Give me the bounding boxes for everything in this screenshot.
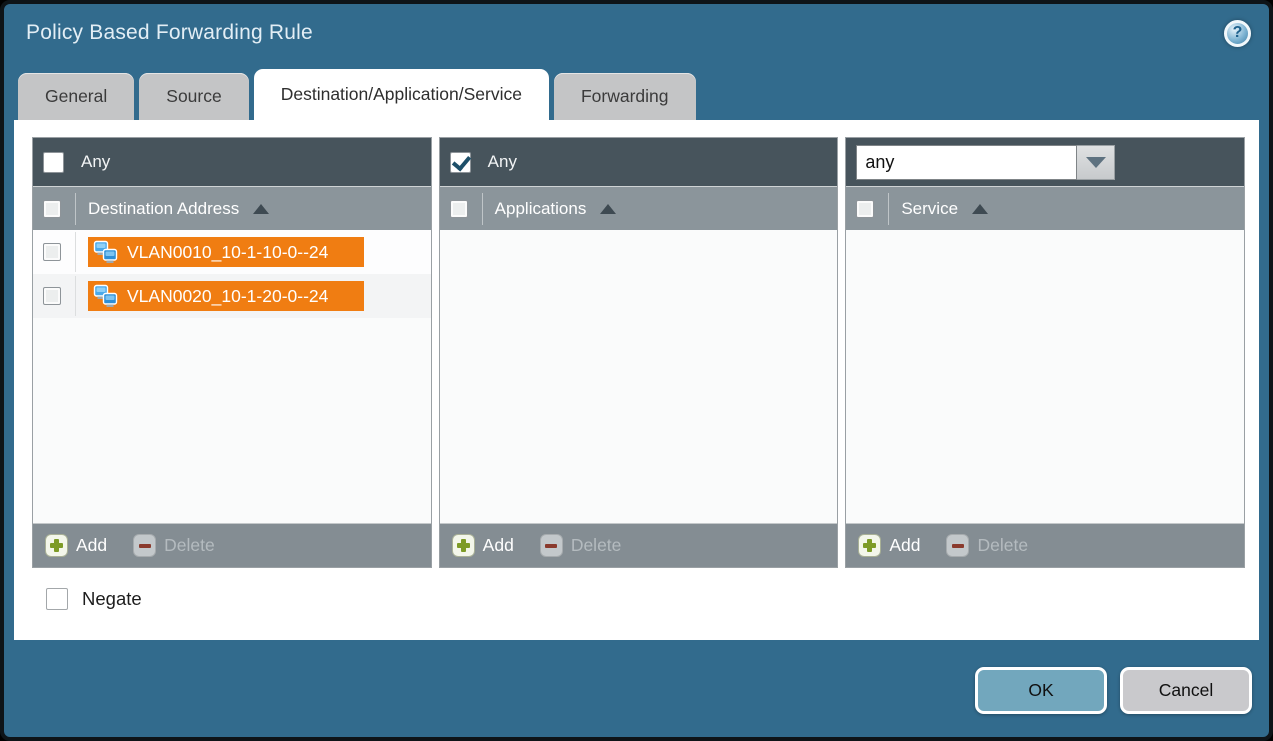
add-label: Add [76,535,107,556]
row-separator [75,232,76,272]
destination-address-label: VLAN0010_10-1-10-0--24 [127,242,328,263]
delete-label: Delete [164,535,215,556]
help-icon[interactable]: ? [1224,20,1251,47]
row-separator [75,276,76,316]
delete-icon [946,534,969,557]
address-object-icon [93,284,120,308]
destination-column-label: Destination Address [88,199,239,219]
delete-label: Delete [571,535,622,556]
applications-panel: Any Applications Add Delete [439,137,839,568]
applications-any-bar: Any [440,138,838,186]
negate-label: Negate [82,588,142,610]
service-list [846,230,1244,523]
service-column-label: Service [901,199,958,219]
applications-footer: Add Delete [440,523,838,567]
service-any-bar [846,138,1244,186]
destination-address-chip[interactable]: VLAN0020_10-1-20-0--24 [88,281,364,311]
tab-forwarding[interactable]: Forwarding [554,73,696,120]
destination-column-header[interactable]: Destination Address [33,186,431,230]
service-select-all-checkbox[interactable] [856,200,874,218]
service-delete-button[interactable]: Delete [946,534,1028,557]
add-icon [45,534,68,557]
tab-strip: General Source Destination/Application/S… [4,62,1269,120]
service-add-button[interactable]: Add [858,534,920,557]
title-bar: Policy Based Forwarding Rule ? [4,4,1269,62]
destination-delete-button[interactable]: Delete [133,534,215,557]
header-separator [888,193,889,225]
destination-address-label: VLAN0020_10-1-20-0--24 [127,286,328,307]
cancel-button[interactable]: Cancel [1120,667,1252,714]
delete-label: Delete [977,535,1028,556]
chevron-down-icon [1086,157,1106,168]
tab-content: Any Destination Address [14,120,1259,640]
applications-delete-button[interactable]: Delete [540,534,622,557]
applications-column-header[interactable]: Applications [440,186,838,230]
service-dropdown [856,145,1115,180]
header-separator [482,193,483,225]
dialog-title: Policy Based Forwarding Rule [26,21,313,45]
service-panel: Service Add Delete [845,137,1245,568]
add-label: Add [483,535,514,556]
add-icon [858,534,881,557]
applications-select-all-checkbox[interactable] [450,200,468,218]
service-footer: Add Delete [846,523,1244,567]
destination-row-checkbox[interactable] [43,243,61,261]
add-icon [452,534,475,557]
destination-list: VLAN0010_10-1-10-0--24 [33,230,431,523]
service-dropdown-button[interactable] [1077,145,1115,180]
destination-address-chip[interactable]: VLAN0010_10-1-10-0--24 [88,237,364,267]
destination-any-checkbox[interactable] [43,152,64,173]
sort-ascending-icon [253,204,269,214]
tab-source[interactable]: Source [139,73,248,120]
delete-icon [133,534,156,557]
service-dropdown-input[interactable] [856,145,1077,180]
applications-any-checkbox[interactable] [450,152,471,173]
applications-column-label: Applications [495,199,587,219]
address-object-icon [93,240,120,264]
destination-row[interactable]: VLAN0020_10-1-20-0--24 [33,274,431,318]
tab-general[interactable]: General [18,73,134,120]
negate-row: Negate [46,588,1245,610]
sort-ascending-icon [972,204,988,214]
service-column-header[interactable]: Service [846,186,1244,230]
tab-destination-application-service[interactable]: Destination/Application/Service [254,69,549,120]
negate-checkbox[interactable] [46,588,68,610]
applications-add-button[interactable]: Add [452,534,514,557]
applications-list [440,230,838,523]
destination-add-button[interactable]: Add [45,534,107,557]
destination-row[interactable]: VLAN0010_10-1-10-0--24 [33,230,431,274]
dialog-footer: OK Cancel [4,640,1269,737]
applications-any-label: Any [488,152,517,172]
ok-button[interactable]: OK [975,667,1107,714]
sort-ascending-icon [600,204,616,214]
destination-footer: Add Delete [33,523,431,567]
destination-any-bar: Any [33,138,431,186]
add-label: Add [889,535,920,556]
destination-row-checkbox[interactable] [43,287,61,305]
destination-panel: Any Destination Address [32,137,432,568]
policy-based-forwarding-dialog: Policy Based Forwarding Rule ? General S… [0,0,1273,741]
delete-icon [540,534,563,557]
header-separator [75,193,76,225]
destination-select-all-checkbox[interactable] [43,200,61,218]
panels-row: Any Destination Address [32,137,1245,568]
destination-any-label: Any [81,152,110,172]
